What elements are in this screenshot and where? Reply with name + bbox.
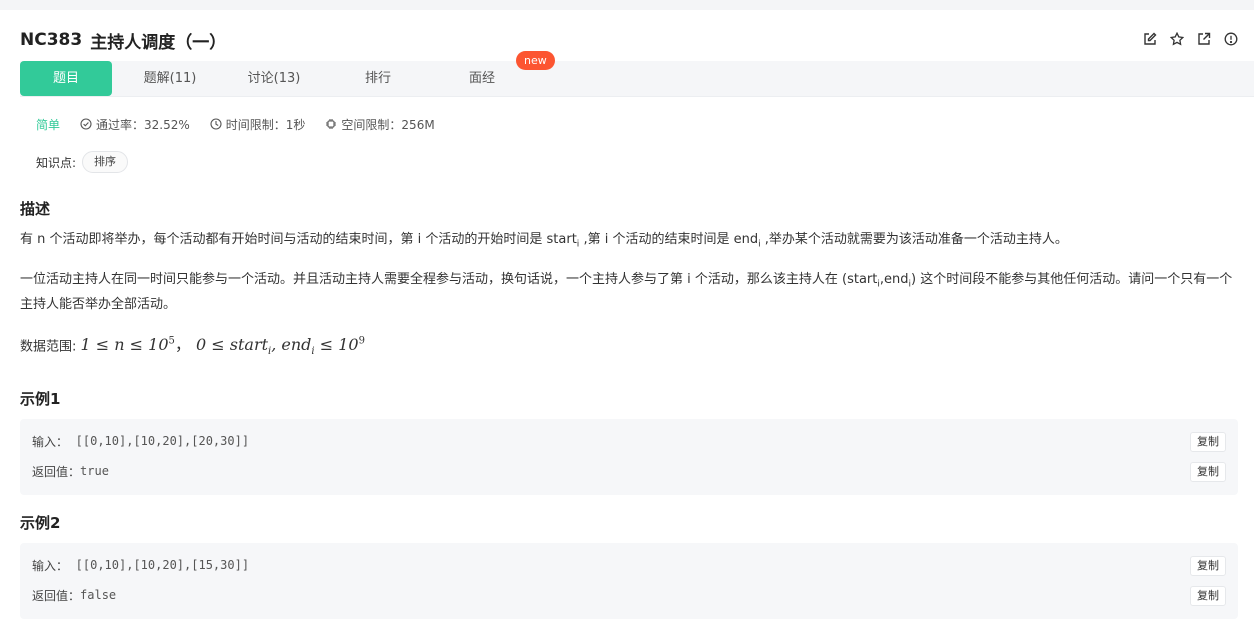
knowledge-points: 知识点: 排序 [36,151,129,173]
example-2-input-value: [[0,10],[10,20],[15,30]] [75,558,250,572]
pass-rate-text: 通过率：32.52% [96,117,190,132]
example-1-input: 输入： [[0,10],[10,20],[20,30]] [32,434,250,449]
example-2-output: 返回值： false [32,588,117,603]
problem-id: NC383 [20,30,83,50]
tab-solutions[interactable]: 题解(11) [124,61,216,96]
problem-card: NC383 主持人调度（一） 题目 题解(11) 讨论(13) 排行 面经 ne… [0,10,1254,630]
tab-discussion[interactable]: 讨论(13) [228,61,320,96]
difficulty-label: 简单 [36,117,61,132]
check-circle-icon [80,118,92,130]
example-1-heading: 示例1 [20,390,61,408]
edit-icon[interactable] [1143,32,1157,46]
copy-output-button[interactable]: 复制 [1190,462,1226,482]
copy-input-button[interactable]: 复制 [1190,556,1226,576]
example-1-output: 返回值： true [32,464,109,479]
example-2-heading: 示例2 [20,514,61,532]
copy-input-button[interactable]: 复制 [1190,432,1226,452]
problem-header: NC383 主持人调度（一） [20,28,227,53]
knowledge-tag[interactable]: 排序 [82,151,129,173]
space-limit: 空间限制：256M [325,116,435,133]
tab-interview[interactable]: 面经 [436,61,528,96]
description-heading: 描述 [20,200,51,218]
tab-problem[interactable]: 题目 [20,61,112,96]
external-link-icon[interactable] [1197,32,1211,46]
example-2-input: 输入： [[0,10],[10,20],[15,30]] [32,558,250,573]
data-range-label: 数据范围: [20,339,77,355]
description-paragraph-2: 一位活动主持人在同一时间只能参与一个活动。并且活动主持人需要全程参与活动，换句话… [20,272,1233,312]
example-2-box: 输入： [[0,10],[10,20],[15,30]] 复制 返回值： fal… [20,543,1238,619]
problem-title: 主持人调度（一） [90,32,227,53]
example-2-output-value: false [80,588,117,602]
tab-bar: 题目 题解(11) 讨论(13) 排行 面经 new [20,51,1254,97]
star-icon[interactable] [1170,32,1184,46]
time-limit-text: 时间限制：1秒 [225,117,306,132]
data-range-formula: 1 ≤ n ≤ 105， 0 ≤ starti, endi ≤ 109 [80,335,365,358]
knowledge-label: 知识点: [36,155,77,170]
new-badge: new [516,51,555,70]
chip-icon [326,119,337,129]
pass-rate: 通过率：32.52% [80,116,190,133]
example-1-input-value: [[0,10],[10,20],[20,30]] [75,434,250,448]
info-icon[interactable] [1224,32,1238,46]
example-1-box: 输入： [[0,10],[10,20],[20,30]] 复制 返回值： tru… [20,419,1238,495]
header-actions [1143,32,1238,46]
copy-output-button[interactable]: 复制 [1190,586,1226,606]
clock-icon [210,118,222,130]
example-1-output-value: true [80,464,109,478]
description-paragraph-1: 有 n 个活动即将举办，每个活动都有开始时间与活动的结束时间，第 i 个活动的开… [20,232,1068,250]
tab-ranking[interactable]: 排行 [332,61,424,96]
data-range: 数据范围: 1 ≤ n ≤ 105， 0 ≤ starti, endi ≤ 10… [20,332,1235,363]
problem-meta: 简单 通过率：32.52% 时间限制：1秒 空间限制：256M [36,116,455,132]
time-limit: 时间限制：1秒 [210,116,306,133]
space-limit-text: 空间限制：256M [341,117,435,132]
